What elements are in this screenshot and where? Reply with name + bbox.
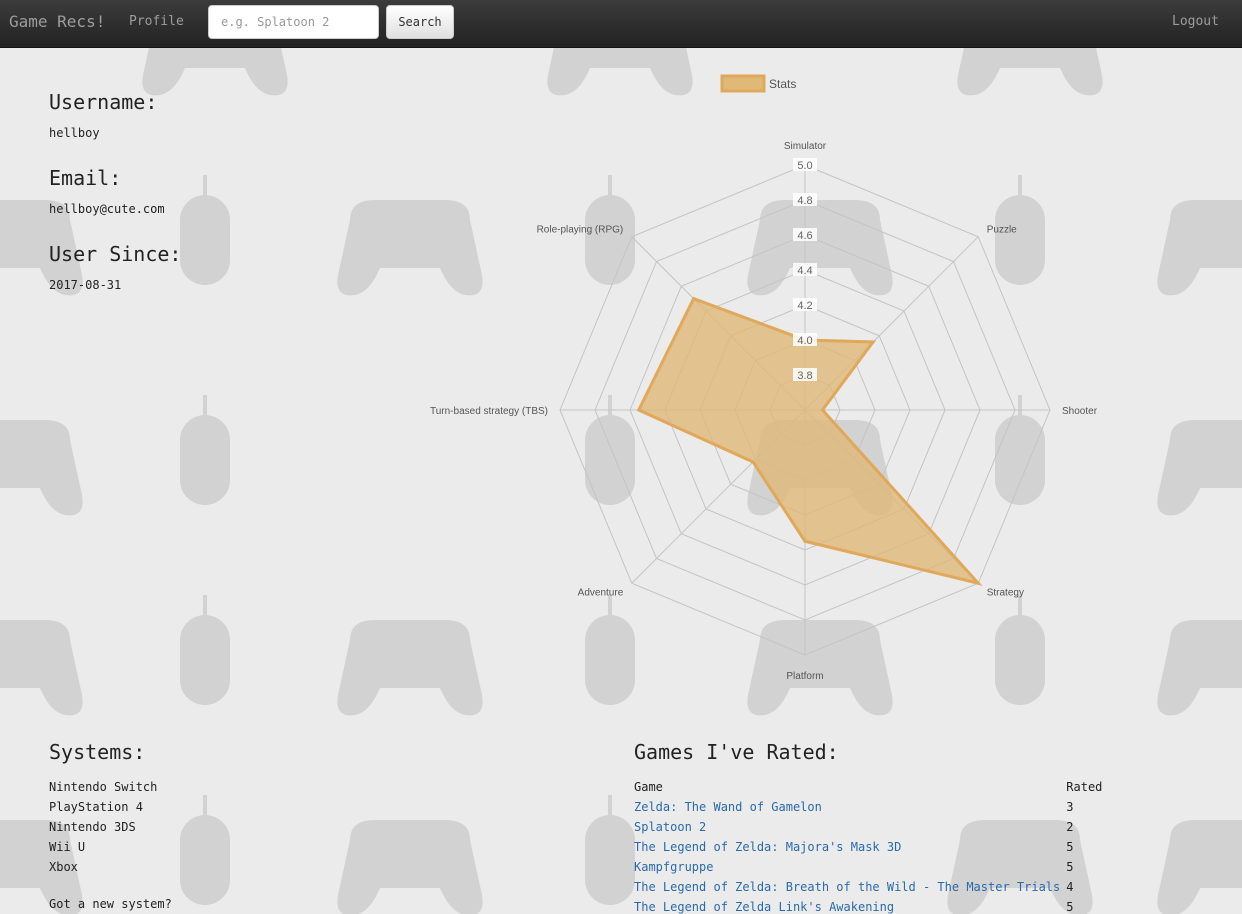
system-item: Nintendo Switch bbox=[49, 780, 158, 794]
game-rating: 5 bbox=[1066, 840, 1074, 854]
game-rating: 5 bbox=[1066, 900, 1074, 914]
game-rating: 2 bbox=[1066, 820, 1074, 834]
game-link[interactable]: The Legend of Zelda: Majora's Mask 3D bbox=[634, 840, 901, 854]
data-point bbox=[821, 408, 824, 412]
table-row: Kampfgruppe 5 bbox=[634, 857, 1102, 877]
tick-label: 3.8 bbox=[797, 370, 812, 382]
tick-label: 4.2 bbox=[797, 300, 812, 312]
chart-legend: Stats bbox=[720, 74, 796, 93]
rated-games-table: Game Rated Zelda: The Wand of Gamelon 3 … bbox=[634, 777, 1102, 914]
category-label: Role-playing (RPG) bbox=[537, 224, 624, 235]
rated-games-section: Games I've Rated: Game Rated Zelda: The … bbox=[634, 740, 1104, 914]
column-header-game: Game bbox=[634, 780, 663, 794]
category-label: Turn-based strategy (TBS) bbox=[430, 406, 548, 417]
category-label: Puzzle bbox=[987, 224, 1017, 235]
game-link[interactable]: Zelda: The Wand of Gamelon bbox=[634, 800, 822, 814]
table-header-row: Game Rated bbox=[634, 777, 1102, 797]
data-point bbox=[871, 340, 875, 344]
data-point bbox=[803, 539, 807, 543]
game-link[interactable]: The Legend of Zelda: Breath of the Wild … bbox=[634, 880, 1060, 894]
data-point bbox=[751, 460, 755, 464]
new-system-prompt: Got a new system? bbox=[49, 897, 172, 911]
logout-link[interactable]: Logout bbox=[1172, 14, 1219, 29]
table-row: Splatoon 2 2 bbox=[634, 817, 1102, 837]
legend-label: Stats bbox=[769, 77, 796, 91]
system-item: Wii U bbox=[49, 840, 86, 854]
tick-label: 4.0 bbox=[797, 335, 812, 347]
system-item: PlayStation 4 bbox=[49, 800, 143, 814]
systems-heading: Systems: bbox=[49, 740, 146, 764]
game-rating: 3 bbox=[1066, 800, 1074, 814]
navbar: Game Recs! Profile Search Logout bbox=[0, 0, 1242, 48]
brand-link[interactable]: Game Recs! bbox=[9, 12, 105, 31]
systems-section: Systems: Nintendo Switch PlayStation 4 N… bbox=[49, 740, 172, 911]
game-link[interactable]: The Legend of Zelda Link's Awakening bbox=[634, 900, 894, 914]
game-link[interactable]: Kampfgruppe bbox=[634, 860, 713, 874]
rated-games-heading: Games I've Rated: bbox=[634, 740, 839, 764]
tick-label: 4.8 bbox=[797, 195, 812, 207]
tick-label: 5.0 bbox=[797, 160, 812, 172]
search-input[interactable] bbox=[208, 5, 379, 39]
game-rating: 4 bbox=[1066, 880, 1074, 894]
systems-list: Nintendo Switch PlayStation 4 Nintendo 3… bbox=[49, 777, 172, 877]
data-point bbox=[637, 408, 641, 412]
search-button[interactable]: Search bbox=[386, 5, 454, 39]
category-label: Simulator bbox=[784, 141, 827, 152]
table-row: Zelda: The Wand of Gamelon 3 bbox=[634, 797, 1102, 817]
radar-chart: Stats 3.8 4.0 4.2 4.4 4.6 4.8 5.0 Simulator Puzzl… bbox=[430, 74, 1098, 682]
category-label: Shooter bbox=[1062, 406, 1098, 417]
nav-profile-link[interactable]: Profile bbox=[129, 14, 184, 29]
data-point bbox=[692, 297, 696, 301]
legend-swatch bbox=[720, 74, 766, 93]
column-header-rated: Rated bbox=[1066, 780, 1103, 794]
system-item: Nintendo 3DS bbox=[49, 820, 136, 834]
game-rating: 5 bbox=[1066, 860, 1074, 874]
category-label: Strategy bbox=[987, 588, 1024, 599]
category-label: Adventure bbox=[578, 588, 624, 599]
system-item: Xbox bbox=[49, 860, 78, 874]
data-point bbox=[976, 581, 980, 585]
tick-label: 4.6 bbox=[797, 230, 812, 242]
tick-label: 4.4 bbox=[797, 265, 812, 277]
table-row: The Legend of Zelda Link's Awakening 5 bbox=[634, 897, 1102, 914]
game-link[interactable]: Splatoon 2 bbox=[634, 820, 706, 834]
table-row: The Legend of Zelda: Breath of the Wild … bbox=[634, 877, 1102, 897]
table-row: The Legend of Zelda: Majora's Mask 3D 5 bbox=[634, 837, 1102, 857]
category-label: Platform bbox=[786, 671, 823, 682]
